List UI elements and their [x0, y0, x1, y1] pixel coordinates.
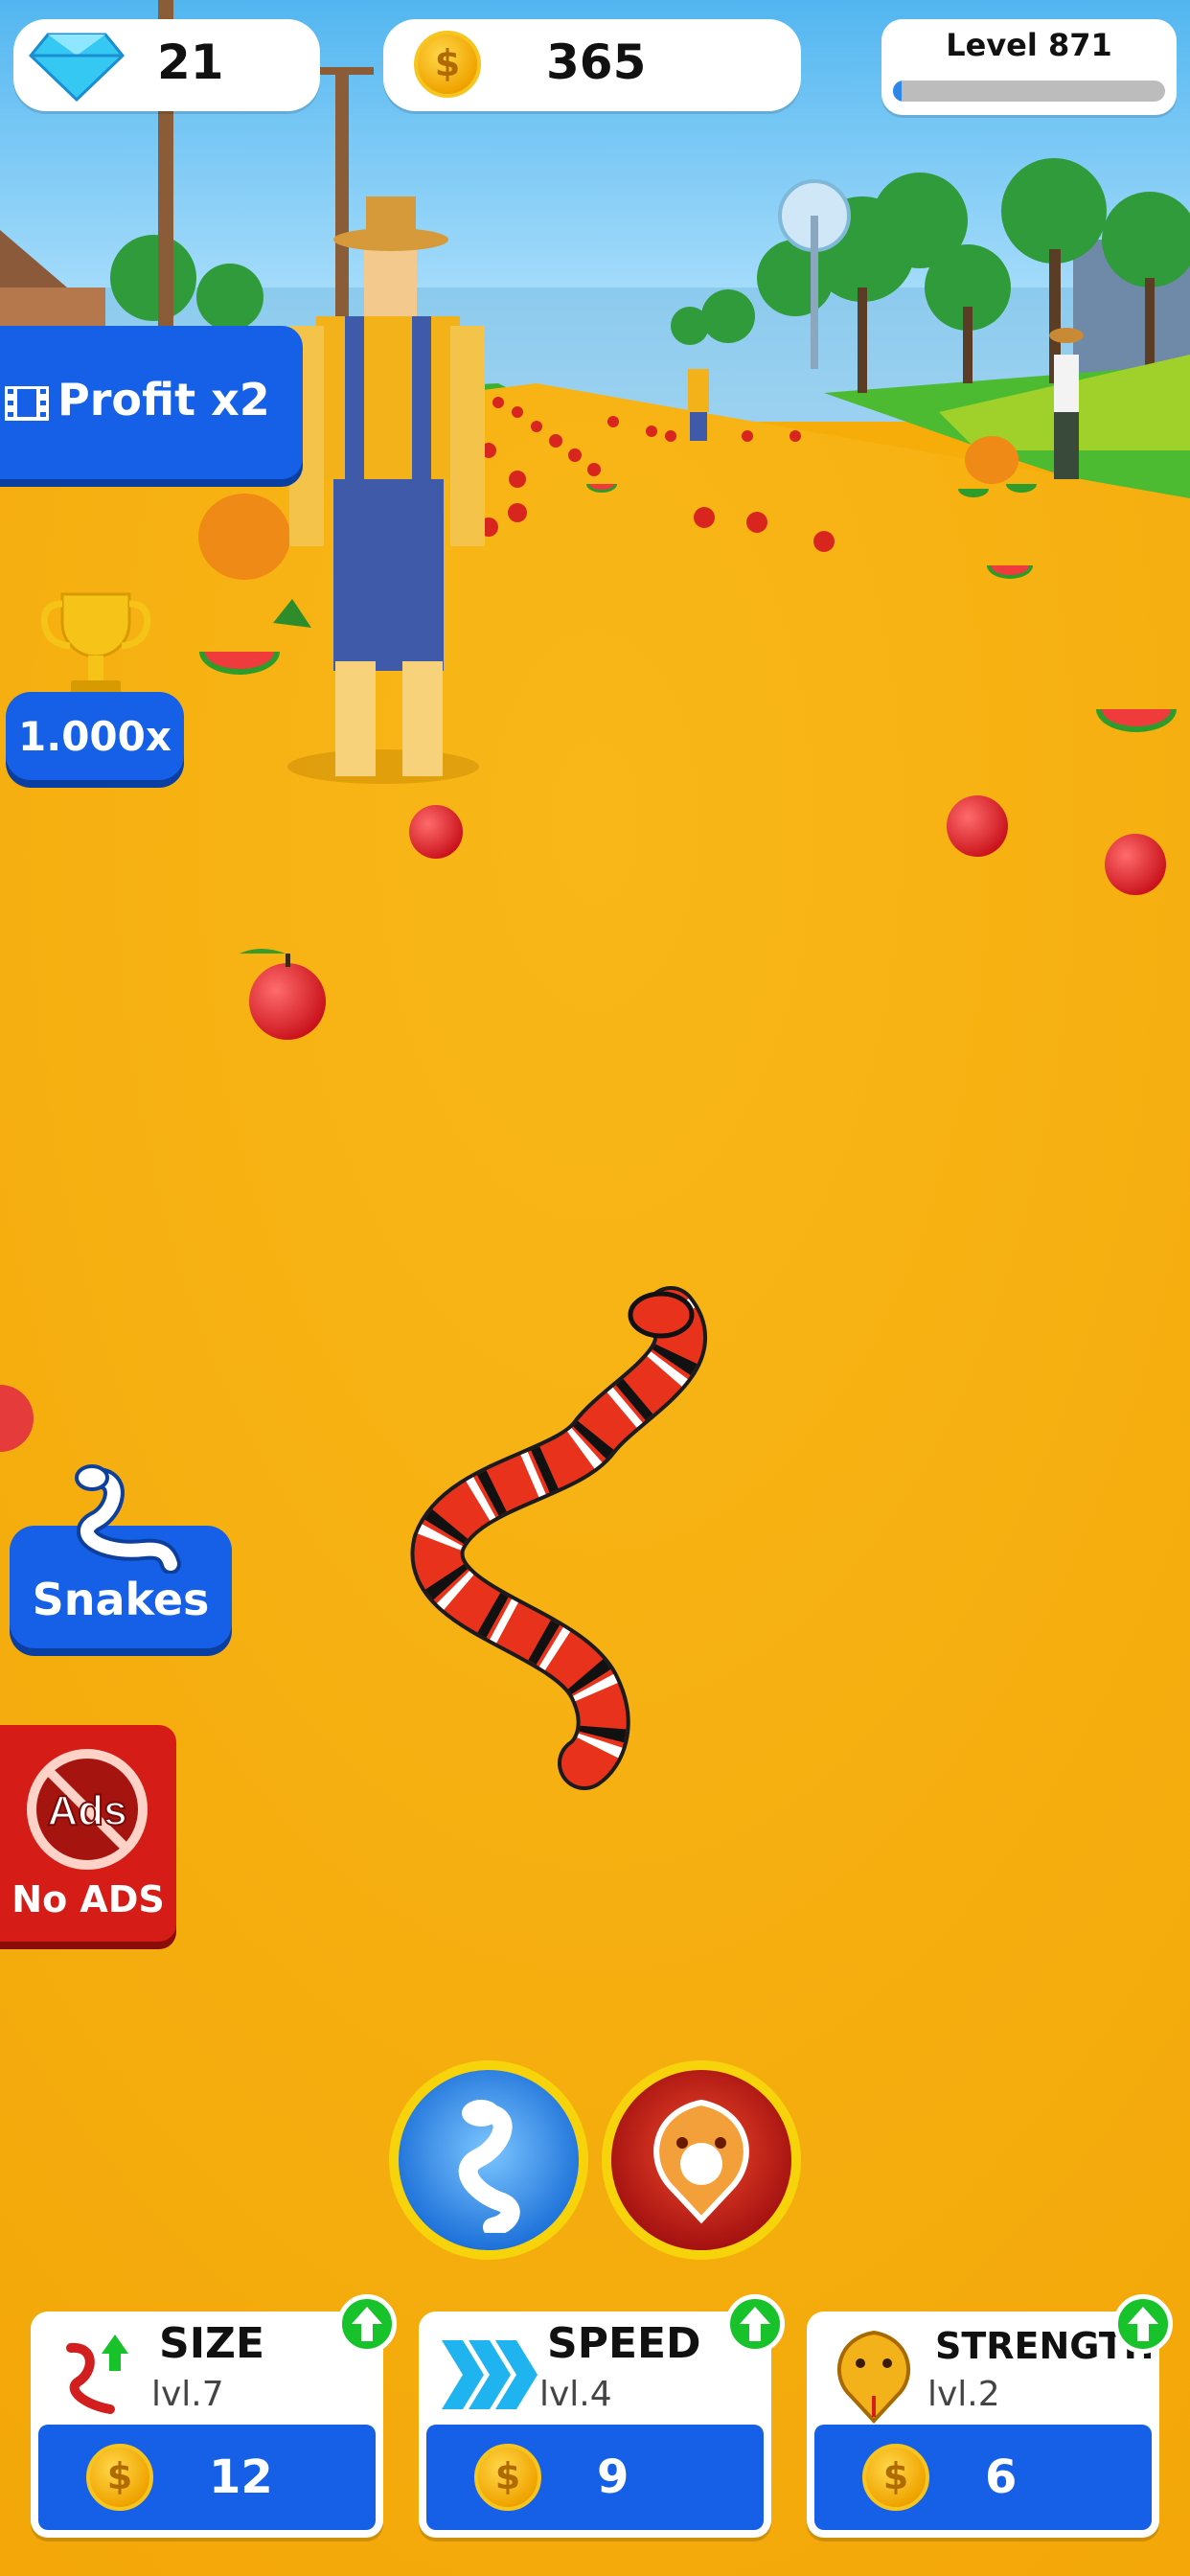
snake-size-up-icon — [66, 2334, 128, 2414]
size-title: SIZE — [159, 2319, 265, 2368]
profit-x2-button[interactable]: Profit x2 — [0, 326, 303, 479]
speed-level: lvl.4 — [539, 2375, 612, 2414]
multiplier-value: 1.000x — [18, 713, 172, 760]
snake-ability-button[interactable] — [389, 2060, 588, 2260]
white-snake-icon — [75, 1464, 181, 1574]
no-ads-icon: Ads — [27, 1749, 148, 1870]
trophy-icon — [40, 592, 151, 696]
gold-coin-icon: $ — [474, 2444, 541, 2511]
svg-text:Ads: Ads — [47, 1787, 126, 1834]
strength-buy-button[interactable]: $ 6 — [814, 2425, 1152, 2530]
gems-counter: 21 — [13, 19, 320, 111]
green-up-arrow-icon — [725, 2294, 785, 2354]
size-buy-button[interactable]: $ 12 — [38, 2425, 376, 2530]
profit-label: Profit x2 — [57, 374, 270, 426]
strength-level: lvl.2 — [927, 2375, 1000, 2414]
no-ads-label: No ADS — [11, 1878, 165, 1920]
size-price: 12 — [209, 2450, 273, 2504]
level-progress-bar — [893, 80, 1165, 102]
speed-buy-button[interactable]: $ 9 — [426, 2425, 764, 2530]
gems-count: 21 — [157, 34, 224, 90]
cobra-ability-button[interactable] — [602, 2060, 801, 2260]
size-upgrade-card[interactable]: SIZE lvl.7 $ 12 — [31, 2294, 397, 2538]
gold-coin-icon: $ — [862, 2444, 929, 2511]
speed-price: 9 — [597, 2450, 629, 2504]
level-panel: Level 871 — [881, 19, 1177, 115]
coins-count: 365 — [546, 34, 647, 90]
speed-title: SPEED — [547, 2319, 701, 2368]
green-up-arrow-icon — [337, 2294, 397, 2354]
no-ads-button[interactable]: Ads No ADS — [0, 1725, 176, 1942]
gold-coin-icon: $ — [414, 31, 481, 98]
level-label: Level 871 — [946, 27, 1112, 63]
green-up-arrow-icon — [1113, 2294, 1173, 2354]
snakes-label: Snakes — [32, 1574, 210, 1625]
coins-counter: $ 365 — [383, 19, 801, 111]
diamond-gem-icon — [29, 33, 125, 102]
size-level: lvl.7 — [151, 2375, 224, 2414]
game-screen: 21 $ 365 Level 871 Profit x2 1.000x Snak… — [0, 0, 1190, 2576]
video-film-icon — [5, 386, 49, 421]
gold-coin-icon: $ — [86, 2444, 153, 2511]
level-progress-fill — [893, 80, 902, 102]
multiplier-badge[interactable]: 1.000x — [6, 692, 184, 780]
white-snake-ability-icon — [458, 2100, 520, 2233]
speed-chevrons-icon — [442, 2340, 538, 2409]
strength-price: 6 — [985, 2450, 1018, 2504]
strength-upgrade-card[interactable]: STRENGTH lvl.2 $ 6 — [807, 2294, 1173, 2538]
cobra-head-ability-icon — [653, 2099, 749, 2224]
cobra-head-icon — [836, 2330, 911, 2424]
speed-upgrade-card[interactable]: SPEED lvl.4 $ 9 — [419, 2294, 785, 2538]
